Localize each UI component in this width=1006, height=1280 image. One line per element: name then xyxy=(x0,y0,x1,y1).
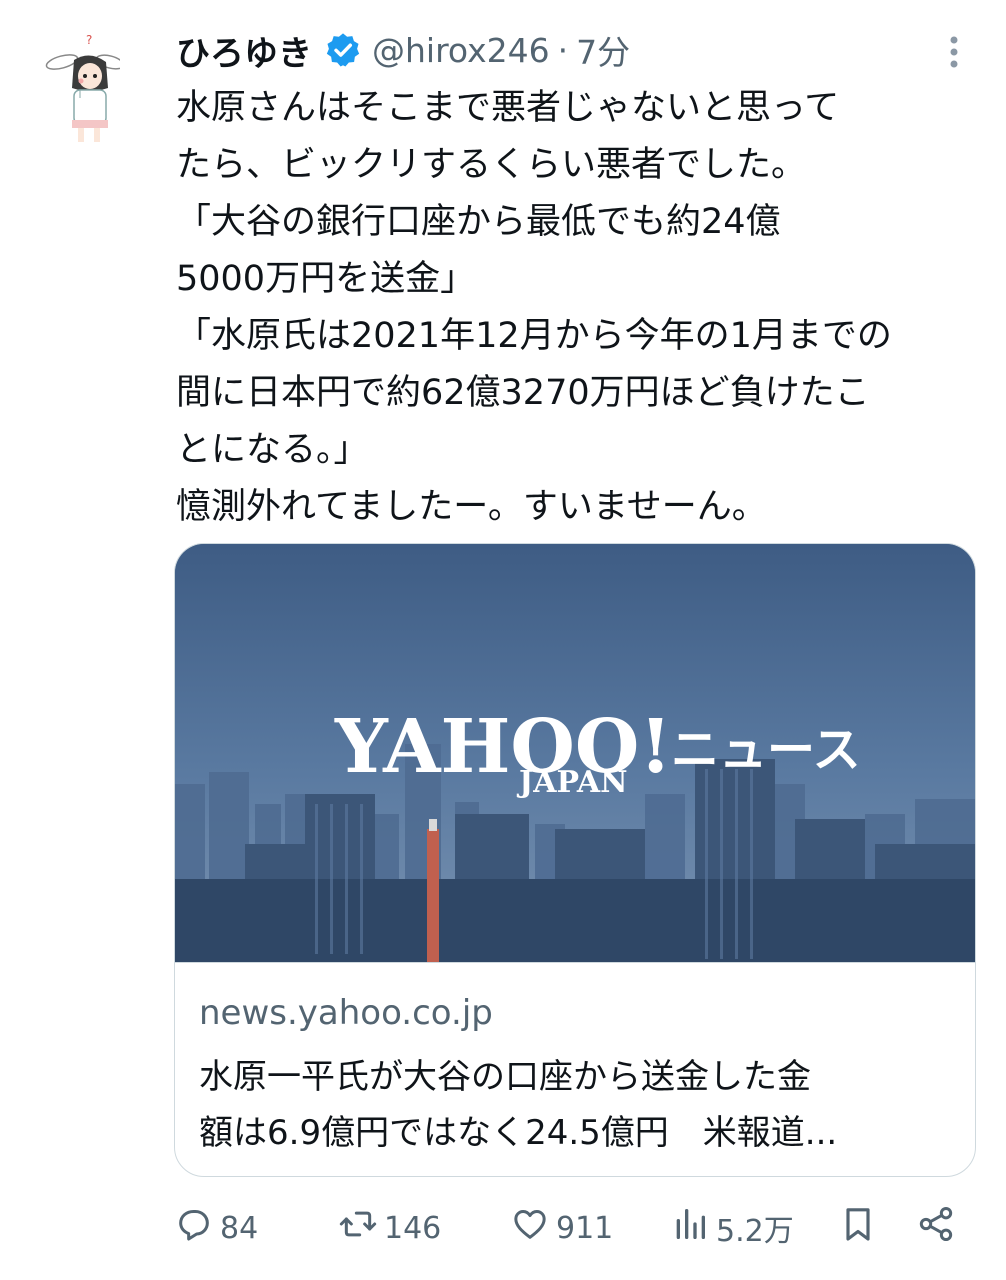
card-domain: news.yahoo.co.jp xyxy=(199,993,493,1033)
avatar[interactable]: ? xyxy=(44,30,125,148)
card-logo-news: ニュース xyxy=(671,722,861,778)
display-name[interactable]: ひろゆき xyxy=(176,26,312,75)
more-vertical-icon[interactable] xyxy=(938,30,970,74)
tweet-text-line: 間に日本円で約62億3270万円ほど負けたこ xyxy=(176,373,870,413)
views-button[interactable]: 5.2万 xyxy=(670,1200,794,1256)
card-footer: news.yahoo.co.jp 水原一平氏が大谷の口座から送金した金 額は6.… xyxy=(175,962,975,1176)
card-title-line: 水原一平氏が大谷の口座から送金した金 xyxy=(199,1057,811,1097)
tweet-text: 水原さんはそこまで悪者じゃないと思って たら、ビックリするくらい悪者でした。 「… xyxy=(176,80,976,536)
repost-count: 146 xyxy=(384,1210,442,1246)
card-title-line: 額は6.9億円ではなく24.5億円 米報道... xyxy=(199,1113,838,1153)
reply-count: 84 xyxy=(220,1210,259,1246)
action-bar: 84 146 911 5.2万 xyxy=(174,1200,974,1256)
card-image: YAHOO! JAPAN ニュース xyxy=(175,544,975,962)
tweet-text-line: とになる。」 xyxy=(176,430,369,470)
handle[interactable]: @hirox246 xyxy=(372,31,550,70)
tweet-header: ひろゆき @hirox246 · 7分 xyxy=(176,24,630,76)
separator: · xyxy=(557,30,569,70)
reply-button[interactable]: 84 xyxy=(174,1200,258,1256)
views-count: 5.2万 xyxy=(716,1214,794,1249)
repost-icon xyxy=(338,1204,378,1252)
bookmark-icon xyxy=(838,1204,878,1252)
verified-badge-icon xyxy=(324,31,362,69)
tweet-text-line: 5000万円を送金」 xyxy=(176,259,476,299)
timestamp[interactable]: 7分 xyxy=(576,26,630,74)
reply-icon xyxy=(174,1204,214,1252)
repost-button[interactable]: 146 xyxy=(338,1200,441,1256)
bookmark-button[interactable] xyxy=(838,1200,878,1256)
bar-chart-icon xyxy=(670,1204,710,1252)
tweet-text-line: 「大谷の銀行口座から最低でも約24億 xyxy=(176,202,781,242)
tweet-text-line: 憶測外れてましたー。すいませーん。 xyxy=(176,487,767,527)
share-button[interactable] xyxy=(916,1200,956,1256)
like-button[interactable]: 911 xyxy=(510,1200,613,1256)
svg-text:?: ? xyxy=(86,33,92,47)
tweet-text-line: たら、ビックリするくらい悪者でした。 xyxy=(176,145,807,185)
heart-icon xyxy=(510,1204,550,1252)
link-card[interactable]: YAHOO! JAPAN ニュース news.yahoo.co.jp 水原一平氏… xyxy=(174,543,976,1177)
tweet-text-line: 水原さんはそこまで悪者じゃないと思って xyxy=(176,88,840,128)
tweet-text-line: 「水原氏は2021年12月から今年の1月までの xyxy=(176,316,892,356)
card-logo-japan: JAPAN xyxy=(516,765,628,800)
like-count: 911 xyxy=(556,1210,614,1246)
share-icon xyxy=(916,1204,956,1252)
card-title: 水原一平氏が大谷の口座から送金した金 額は6.9億円ではなく24.5億円 米報道… xyxy=(199,1049,939,1161)
tweet[interactable]: ? ひろゆき @hirox246 · 7分 水原さんはそこまで悪者じゃないと思っ… xyxy=(0,0,1006,1280)
